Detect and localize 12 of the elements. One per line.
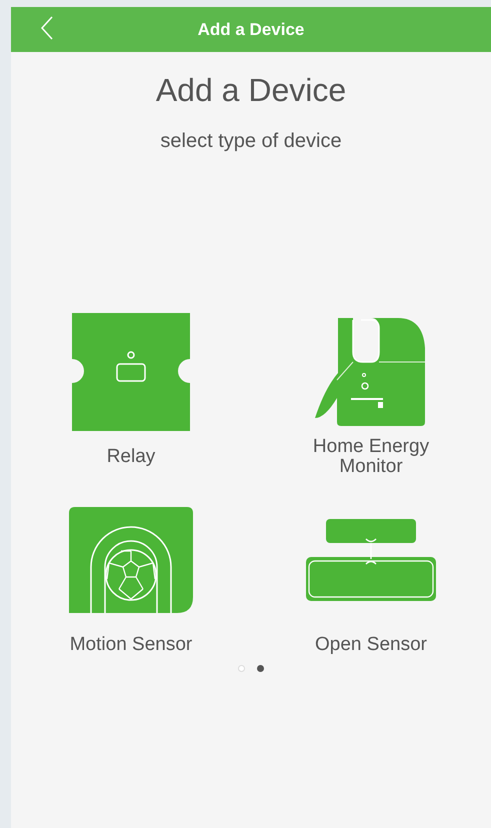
page-subtitle: select type of device [160,129,342,154]
back-icon [41,16,53,40]
header-title: Add a Device [198,18,304,41]
relay-drawing[interactable] [72,313,190,431]
device-label[interactable]: Motion Sensor [61,635,201,655]
device-label[interactable]: Relay [61,447,201,467]
back-button[interactable] [39,15,55,41]
open-sensor-drawing[interactable] [306,519,436,601]
device-label[interactable]: Home Energy Monitor [301,437,441,477]
device-label[interactable]: Open Sensor [301,635,441,655]
motion-sensor-drawing[interactable] [69,507,193,613]
page-title: Add a Device [156,71,346,110]
